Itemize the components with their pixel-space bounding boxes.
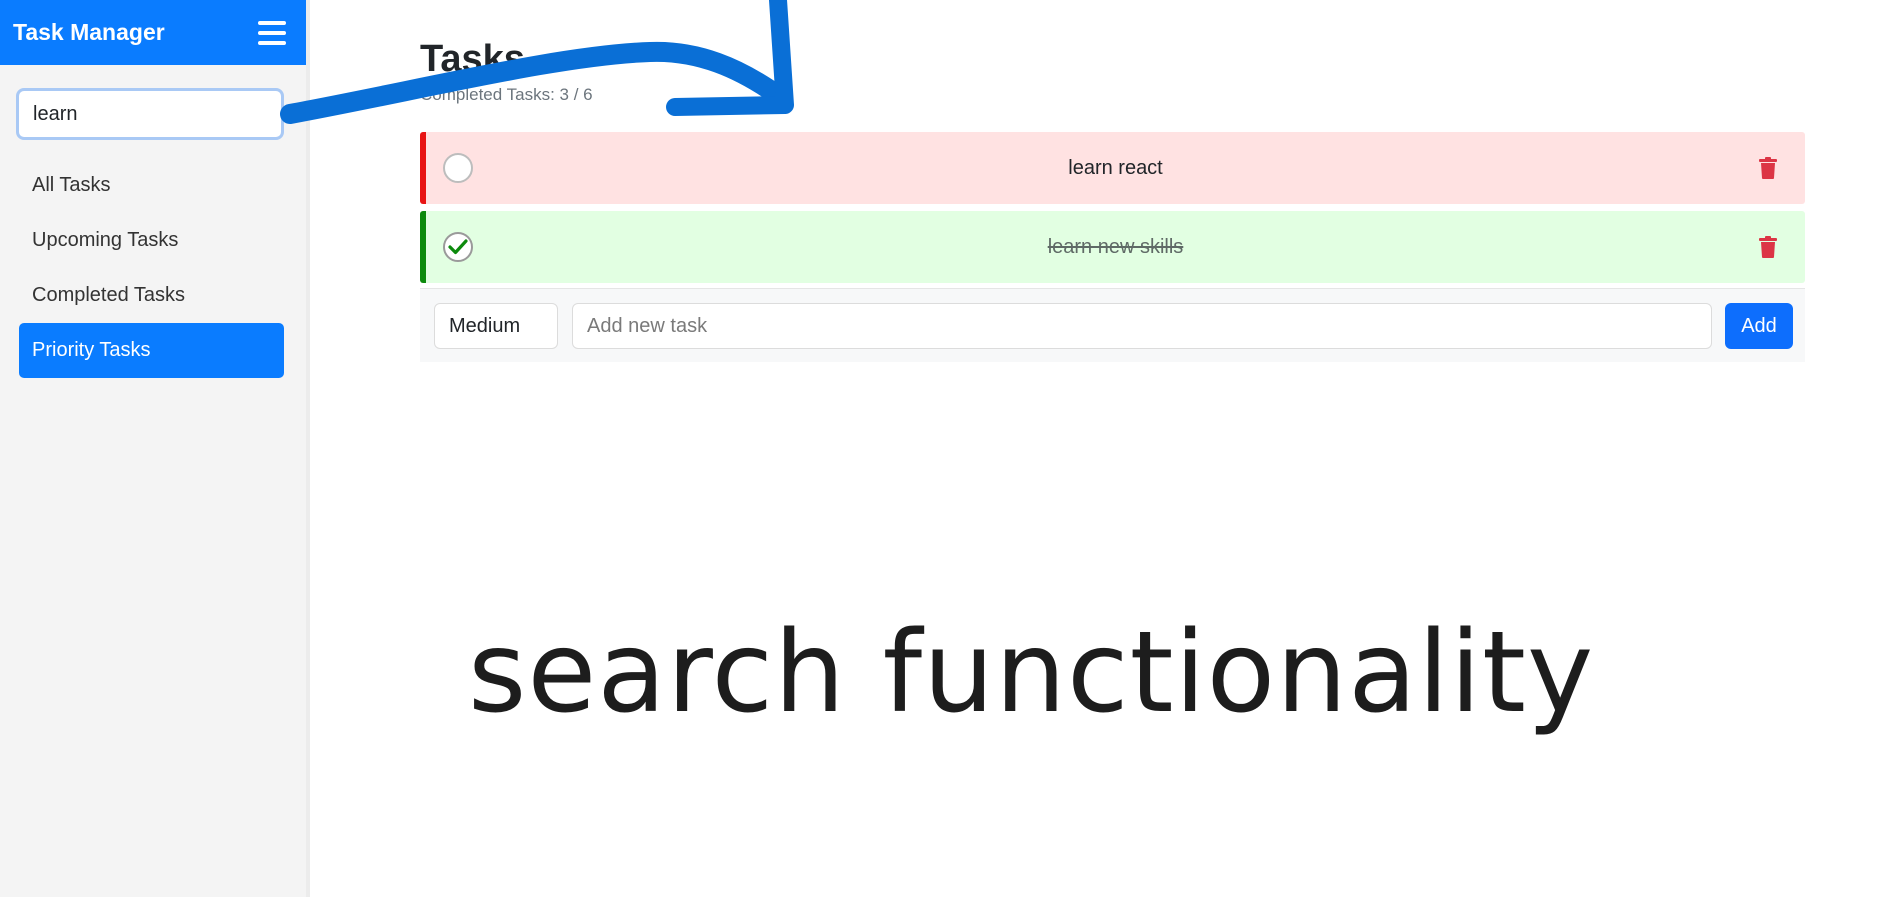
nav-item-upcoming-tasks[interactable]: Upcoming Tasks — [19, 213, 284, 268]
trash-icon[interactable] — [1759, 157, 1777, 179]
nav-item-completed-tasks[interactable]: Completed Tasks — [19, 268, 284, 323]
search-input[interactable] — [33, 102, 267, 126]
nav-item-priority-tasks[interactable]: Priority Tasks — [19, 323, 284, 378]
sidebar-nav: All Tasks Upcoming Tasks Completed Tasks… — [19, 158, 284, 378]
sidebar: Task Manager All Tasks Upcoming Tasks Co… — [0, 0, 310, 897]
task-text: learn new skills — [1047, 235, 1184, 258]
nav-item-all-tasks[interactable]: All Tasks — [19, 158, 284, 213]
search-box[interactable] — [16, 88, 284, 140]
task-item: learn new skills — [420, 211, 1805, 283]
completed-summary: Completed Tasks: 3 / 6 — [420, 85, 593, 104]
sidebar-header: Task Manager — [0, 0, 306, 65]
task-item: learn react — [420, 132, 1805, 204]
priority-select[interactable]: Medium — [434, 303, 558, 349]
app-title: Task Manager — [13, 19, 165, 45]
add-task-form: Medium Add — [420, 288, 1805, 362]
add-task-button[interactable]: Add — [1725, 303, 1793, 349]
new-task-input[interactable] — [572, 303, 1712, 349]
annotation-caption: search functionality — [468, 608, 1595, 738]
task-text: learn react — [1068, 156, 1163, 179]
trash-icon[interactable] — [1759, 236, 1777, 258]
page-title: Tasks — [420, 38, 525, 80]
hamburger-menu-icon[interactable] — [258, 20, 286, 45]
